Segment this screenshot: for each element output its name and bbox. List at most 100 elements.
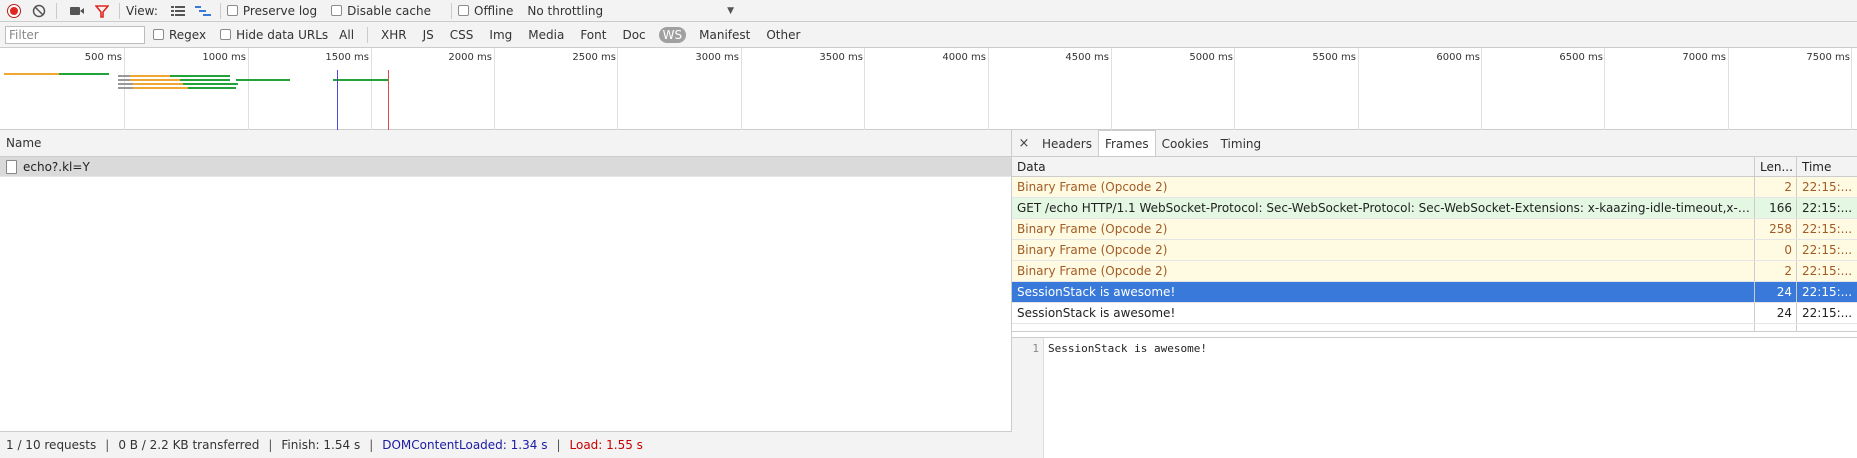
- filter-icon: [95, 4, 109, 18]
- frame-time: 22:15:...: [1802, 306, 1853, 320]
- frame-data-text: Binary Frame (Opcode 2): [1017, 180, 1168, 194]
- large-rows-button[interactable]: [167, 1, 189, 21]
- filter-type-doc[interactable]: Doc: [619, 27, 648, 43]
- frame-length: 166: [1755, 198, 1797, 218]
- dropdown-caret-icon: ▼: [727, 5, 735, 16]
- frame-row[interactable]: Binary Frame (Opcode 2) 0 22:15:...: [1012, 240, 1857, 261]
- time-column-header[interactable]: Time: [1797, 157, 1857, 176]
- timeline-tick-label: 4500 ms: [1065, 52, 1109, 63]
- filter-type-css[interactable]: CSS: [447, 27, 477, 43]
- filter-toggle-button[interactable]: [91, 1, 113, 21]
- frame-length: 2: [1755, 261, 1797, 281]
- capture-screenshots-button[interactable]: [66, 1, 88, 21]
- frame-length: 24: [1755, 282, 1797, 302]
- filter-bar: Regex Hide data URLs All XHR JS CSS Img …: [0, 22, 1857, 48]
- timeline-gridline: [1358, 48, 1359, 130]
- timeline-tick-label: 5000 ms: [1189, 52, 1233, 63]
- filter-input[interactable]: [5, 25, 145, 44]
- frames-table-header: Data Len... Time: [1012, 157, 1857, 177]
- filter-type-ws[interactable]: WS: [658, 26, 687, 43]
- timeline-gridline: [988, 48, 989, 130]
- filter-type-other[interactable]: Other: [763, 27, 803, 43]
- checkbox-box[interactable]: [220, 29, 232, 40]
- frame-row-selected[interactable]: SessionStack is awesome! 24 22:15:...: [1012, 282, 1857, 303]
- checkbox-box[interactable]: [458, 5, 469, 16]
- close-icon[interactable]: ×: [1012, 130, 1036, 156]
- filter-type-img[interactable]: Img: [486, 27, 515, 43]
- timeline-tick-label: 5500 ms: [1312, 52, 1356, 63]
- hide-data-urls-checkbox[interactable]: Hide data URLs: [220, 28, 328, 42]
- timeline-bar: [118, 87, 133, 89]
- frame-row-filler: [1012, 324, 1857, 332]
- frame-data-text: Binary Frame (Opcode 2): [1017, 264, 1168, 278]
- load-time: Load: 1.55 s: [569, 438, 643, 452]
- disable-cache-checkbox[interactable]: Disable cache: [331, 4, 431, 18]
- toolbar-divider: [119, 2, 120, 19]
- timeline-bar: [133, 87, 188, 89]
- preserve-log-label: Preserve log: [242, 3, 318, 18]
- frame-data-text: Binary Frame (Opcode 2): [1017, 222, 1168, 236]
- overview-toggle-button[interactable]: [192, 1, 214, 21]
- name-column-header[interactable]: Name: [0, 130, 1011, 157]
- clear-button[interactable]: [28, 1, 50, 21]
- timeline-tick-label: 2500 ms: [572, 52, 616, 63]
- filter-type-manifest[interactable]: Manifest: [696, 27, 753, 43]
- length-column-header[interactable]: Len...: [1755, 157, 1797, 176]
- timeline-gridline: [864, 48, 865, 130]
- record-button[interactable]: [3, 1, 25, 21]
- frame-data: SessionStack is awesome!: [1012, 282, 1755, 302]
- dom-content-loaded-marker: [337, 70, 338, 130]
- filter-type-media[interactable]: Media: [525, 27, 567, 43]
- throttling-select[interactable]: No throttling ▼: [527, 4, 734, 18]
- frame-data: SessionStack is awesome!: [1012, 303, 1755, 323]
- filler-cell: [1012, 324, 1755, 331]
- frame-row[interactable]: GET /echo HTTP/1.1 WebSocket-Protocol: S…: [1012, 198, 1857, 219]
- filter-type-xhr[interactable]: XHR: [378, 27, 410, 43]
- filter-type-all[interactable]: All: [336, 27, 357, 43]
- checkbox-box[interactable]: [226, 5, 238, 16]
- tab-timing[interactable]: Timing: [1215, 132, 1268, 156]
- view-label: View:: [126, 3, 158, 18]
- frame-row[interactable]: Binary Frame (Opcode 2) 258 22:15:...: [1012, 219, 1857, 240]
- filler-cell: [1755, 324, 1797, 331]
- summary-divider: |: [105, 438, 110, 452]
- timeline-gridline: [741, 48, 742, 130]
- requests-panel: Name echo?.kl=Y 1 / 10 requests | 0 B / …: [0, 130, 1012, 458]
- frame-preview[interactable]: 1 SessionStack is awesome!: [1012, 337, 1857, 458]
- preserve-log-checkbox[interactable]: Preserve log: [226, 3, 318, 18]
- filter-type-font[interactable]: Font: [577, 27, 609, 43]
- finish-time: Finish: 1.54 s: [281, 438, 361, 452]
- summary-divider: |: [556, 438, 561, 452]
- frame-row[interactable]: Binary Frame (Opcode 2) 2 22:15:...: [1012, 261, 1857, 282]
- checkbox-box[interactable]: [331, 5, 343, 16]
- detail-tabs: × Headers Frames Cookies Timing: [1012, 130, 1857, 157]
- regex-checkbox[interactable]: Regex: [153, 28, 206, 42]
- timeline-gridline: [371, 48, 372, 130]
- timeline-bar: [4, 73, 59, 75]
- timeline-bar: [118, 83, 133, 85]
- disable-cache-label: Disable cache: [347, 3, 431, 18]
- data-column-header[interactable]: Data: [1012, 157, 1755, 176]
- tab-cookies[interactable]: Cookies: [1156, 132, 1215, 156]
- frame-data: Binary Frame (Opcode 2): [1012, 261, 1755, 281]
- timeline-bar: [188, 87, 236, 89]
- checkbox-box[interactable]: [153, 29, 164, 40]
- timeline-gridline: [124, 48, 125, 130]
- frame-row[interactable]: Binary Frame (Opcode 2) 2 22:15:...: [1012, 177, 1857, 198]
- frame-row[interactable]: SessionStack is awesome! 24 22:15:...: [1012, 303, 1857, 324]
- timeline-tick-label: 1000 ms: [202, 52, 246, 63]
- timeline-tick-label: 7000 ms: [1682, 52, 1726, 63]
- timeline-tick-label: 2000 ms: [448, 52, 492, 63]
- timeline-gridline: [1111, 48, 1112, 130]
- tab-headers[interactable]: Headers: [1036, 132, 1098, 156]
- video-camera-icon: [70, 6, 84, 15]
- toolbar-divider: [219, 2, 221, 19]
- timeline-tick-label: 3000 ms: [695, 52, 739, 63]
- tab-frames[interactable]: Frames: [1097, 130, 1156, 156]
- filter-type-js[interactable]: JS: [420, 27, 437, 43]
- offline-checkbox[interactable]: Offline: [458, 4, 513, 18]
- frame-data-text: GET /echo HTTP/1.1 WebSocket-Protocol: S…: [1017, 201, 1754, 215]
- timeline-overview[interactable]: 500 ms 1000 ms 1500 ms 2000 ms 2500 ms 3…: [0, 48, 1857, 130]
- request-row[interactable]: echo?.kl=Y: [0, 157, 1011, 177]
- line-number: 1: [1032, 342, 1039, 355]
